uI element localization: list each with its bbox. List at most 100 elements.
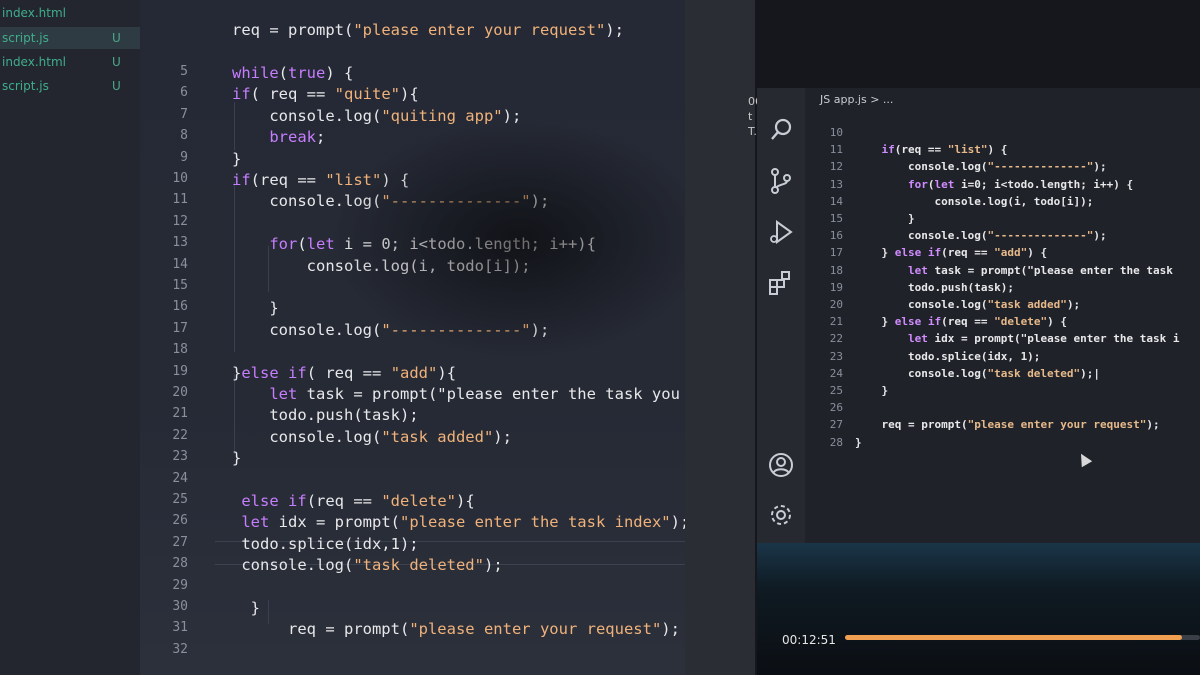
laptop-code-line[interactable]: todo.push(task); xyxy=(855,279,1014,296)
laptop-line-number: 28 xyxy=(829,435,843,449)
editor-breadcrumb[interactable]: JS app.js > ... xyxy=(820,93,893,106)
line-number: 7 xyxy=(180,106,188,122)
laptop-code-line[interactable]: console.log("--------------"); xyxy=(855,158,1107,175)
laptop-code-line[interactable]: for(let i=0; i<todo.length; i++) { xyxy=(855,176,1133,193)
line-number: 16 xyxy=(172,299,188,315)
code-line[interactable]: console.log("--------------"); xyxy=(232,320,549,340)
video-progress-bar[interactable] xyxy=(845,635,1200,640)
laptop-line-number: 17 xyxy=(829,246,843,260)
code-line[interactable]: let task = prompt("please enter the task… xyxy=(232,384,685,404)
line-number: 29 xyxy=(172,577,188,593)
code-line-top[interactable]: req = prompt("please enter your request"… xyxy=(232,20,624,40)
line-number: 31 xyxy=(172,620,188,636)
code-line[interactable]: else if(req == "delete"){ xyxy=(232,491,474,511)
code-line[interactable]: if( req == "quite"){ xyxy=(232,84,419,104)
explorer-file-status: U xyxy=(112,55,121,69)
code-line[interactable]: console.log("task deleted"); xyxy=(232,555,502,575)
code-line[interactable]: console.log("--------------"); xyxy=(232,191,549,211)
laptop-code-line[interactable]: } xyxy=(855,382,888,399)
code-line[interactable]: } xyxy=(232,298,278,318)
line-number: 32 xyxy=(172,641,188,657)
laptop-code-line[interactable]: let task = prompt("please enter the task xyxy=(855,262,1173,279)
laptop-code-line[interactable]: } xyxy=(855,210,915,227)
line-number: 28 xyxy=(172,556,188,572)
laptop-line-number: 22 xyxy=(829,332,843,346)
code-line[interactable]: } xyxy=(232,448,241,468)
line-number: 12 xyxy=(172,213,188,229)
laptop-line-number: 27 xyxy=(829,418,843,432)
line-number: 21 xyxy=(172,406,188,422)
line-number: 24 xyxy=(172,470,188,486)
code-line[interactable]: console.log(i, todo[i]); xyxy=(232,256,531,276)
code-line[interactable]: console.log("task added"); xyxy=(232,427,512,447)
video-player-bar xyxy=(757,543,1200,675)
side-panel-strip xyxy=(685,0,755,675)
explorer-file[interactable]: index.html xyxy=(0,2,140,24)
laptop-code-line[interactable]: } xyxy=(855,434,862,451)
run-debug-icon[interactable] xyxy=(766,217,796,247)
side-panel-text: T. xyxy=(748,125,757,138)
laptop-code-line[interactable]: let idx = prompt("please enter the task … xyxy=(855,330,1180,347)
code-line[interactable]: todo.push(task); xyxy=(232,405,418,425)
laptop-code-line[interactable]: req = prompt("please enter your request"… xyxy=(855,416,1159,433)
line-number: 22 xyxy=(172,427,188,443)
line-number: 19 xyxy=(172,363,188,379)
explorer-file-status: U xyxy=(112,31,121,45)
line-number: 17 xyxy=(172,320,188,336)
laptop-code-line[interactable]: console.log("task deleted");| xyxy=(855,365,1100,382)
laptop-code-line[interactable]: if(req == "list") { xyxy=(855,141,1008,158)
code-line[interactable]: } xyxy=(232,149,241,169)
video-progress-fill xyxy=(845,635,1183,640)
line-number: 13 xyxy=(172,235,188,251)
laptop-code-line[interactable]: console.log(i, todo[i]); xyxy=(855,193,1093,210)
laptop-code-line[interactable]: console.log("--------------"); xyxy=(855,227,1107,244)
code-line[interactable]: break; xyxy=(232,127,325,147)
laptop-line-number: 10 xyxy=(829,126,843,139)
explorer-file-name: index.html xyxy=(2,55,66,69)
line-number: 27 xyxy=(172,534,188,550)
code-line[interactable]: for(let i = 0; i<todo.length; i++){ xyxy=(232,234,596,254)
laptop-line-number: 26 xyxy=(829,401,843,415)
line-number: 11 xyxy=(172,192,188,208)
code-line[interactable]: } xyxy=(232,598,260,618)
code-line[interactable]: while(true) { xyxy=(232,63,353,83)
line-number: 9 xyxy=(180,149,188,165)
laptop-code-line[interactable]: console.log("task added"); xyxy=(855,296,1080,313)
laptop-code-line[interactable]: } else if(req == "delete") { xyxy=(855,313,1066,330)
line-number: 26 xyxy=(172,513,188,529)
line-number: 6 xyxy=(180,85,188,101)
explorer-file-active[interactable]: script.js U xyxy=(0,27,140,49)
left-editor: index.html script.js U index.html U scri… xyxy=(0,0,685,675)
explorer-file-status: U xyxy=(112,79,121,93)
line-number: 25 xyxy=(172,492,188,507)
laptop-line-number: 23 xyxy=(829,349,843,363)
laptop-line-number: 21 xyxy=(829,315,843,329)
laptop-code-line[interactable]: } else if(req == "add") { xyxy=(855,244,1047,261)
extensions-icon[interactable] xyxy=(766,268,796,298)
explorer-file[interactable]: index.html U xyxy=(0,51,140,73)
settings-gear-icon[interactable] xyxy=(766,500,796,530)
laptop-line-number: 24 xyxy=(829,366,843,380)
account-icon[interactable] xyxy=(766,450,796,480)
source-control-icon[interactable] xyxy=(766,166,796,196)
code-line[interactable]: }else if( req == "add"){ xyxy=(232,363,456,383)
line-number: 14 xyxy=(172,256,188,272)
explorer-file[interactable]: script.js U xyxy=(0,75,140,97)
line-number: 23 xyxy=(172,449,188,465)
file-explorer: index.html script.js U index.html U scri… xyxy=(0,0,140,675)
laptop-line-number: 14 xyxy=(829,194,843,208)
code-line[interactable]: console.log("quiting app"); xyxy=(232,106,521,126)
line-number: 20 xyxy=(172,385,188,400)
code-line[interactable]: if(req == "list") { xyxy=(232,170,409,190)
code-line[interactable]: todo.splice(idx,1); xyxy=(232,534,418,554)
code-line[interactable]: req = prompt("please enter your request"… xyxy=(232,619,680,639)
laptop-line-number: 16 xyxy=(829,229,843,243)
explorer-file-name: index.html xyxy=(2,6,66,20)
explorer-file-name: script.js xyxy=(2,79,49,93)
line-number: 30 xyxy=(172,599,188,614)
search-icon[interactable] xyxy=(766,115,796,145)
laptop-code-line[interactable]: todo.splice(idx, 1); xyxy=(855,348,1040,365)
video-timestamp: 00:12:51 xyxy=(782,633,836,647)
laptop-line-number: 13 xyxy=(829,177,843,191)
code-line[interactable]: let idx = prompt("please enter the task … xyxy=(232,512,685,532)
